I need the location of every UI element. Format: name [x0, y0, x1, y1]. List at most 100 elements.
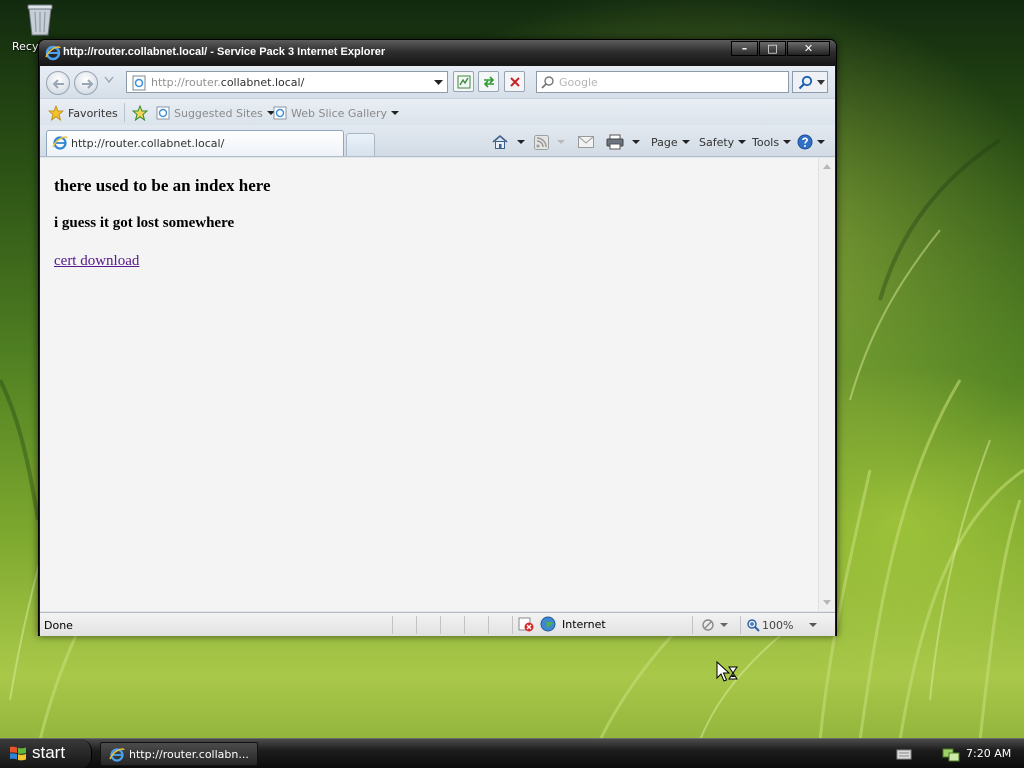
- page-icon: [132, 75, 146, 91]
- windows-logo-icon: [10, 746, 26, 761]
- status-divider: [464, 616, 465, 634]
- feeds-dropdown-icon: [557, 140, 565, 144]
- keyboard-icon[interactable]: [896, 747, 912, 761]
- address-input[interactable]: http://router.collabnet.local/: [126, 71, 448, 93]
- search-options-dropdown-icon[interactable]: [817, 80, 825, 85]
- url-domain: collabnet.local/: [220, 76, 305, 89]
- safety-menu-dropdown-icon: [738, 140, 747, 144]
- scroll-down-arrow-icon[interactable]: [823, 600, 831, 605]
- favorites-bar: Favorites Suggested Sites Web Slice Gall…: [40, 98, 835, 125]
- page-menu[interactable]: Page: [651, 133, 690, 151]
- printer-icon: [606, 134, 624, 150]
- stop-x-icon: [510, 77, 520, 87]
- address-dropdown-icon[interactable]: [434, 80, 443, 86]
- suggested-sites-label: Suggested Sites: [174, 106, 263, 120]
- address-url: http://router.collabnet.local/: [151, 76, 304, 89]
- status-bar: Done Internet 100%: [40, 612, 835, 636]
- tools-menu-label: Tools: [752, 135, 780, 149]
- security-zone[interactable]: Internet: [518, 616, 606, 632]
- tools-menu-dropdown-icon: [783, 140, 792, 144]
- status-divider: [392, 616, 393, 634]
- forward-arrow-icon: [82, 79, 94, 89]
- page-subheading: i guess it got lost somewhere: [54, 215, 235, 231]
- internet-globe-icon: [540, 616, 556, 632]
- help-question-icon: [797, 134, 813, 150]
- home-icon: [492, 134, 508, 149]
- zoom-control[interactable]: 100%: [746, 618, 818, 632]
- back-button[interactable]: [46, 71, 70, 95]
- rss-feed-icon: [534, 134, 549, 150]
- start-button[interactable]: start: [0, 739, 92, 768]
- help-button[interactable]: [797, 133, 825, 151]
- mail-icon: [578, 136, 594, 148]
- search-icon: [798, 75, 813, 90]
- status-text: Done: [44, 619, 73, 632]
- back-arrow-icon: [52, 79, 64, 89]
- help-dropdown-icon: [817, 140, 825, 144]
- start-label: start: [32, 743, 66, 762]
- new-tab-button[interactable]: [346, 133, 375, 156]
- status-divider: [440, 616, 441, 634]
- scroll-up-arrow-icon[interactable]: [823, 164, 831, 169]
- system-clock[interactable]: 7:20 AM: [966, 747, 1011, 760]
- page-menu-dropdown-icon: [681, 140, 690, 144]
- recycle-bin-icon: [27, 4, 53, 36]
- taskbar-ie-window-button[interactable]: http://router.collabn...: [100, 742, 258, 766]
- zoom-magnifier-icon: [747, 619, 760, 632]
- status-divider: [488, 616, 489, 634]
- status-divider: [416, 616, 417, 634]
- zoom-level: 100%: [762, 618, 794, 632]
- page-content: there used to be an index here i guess i…: [40, 158, 835, 611]
- close-button[interactable]: ✕: [787, 41, 830, 56]
- favorites-star-icon: [48, 105, 64, 121]
- zone-label: Internet: [562, 617, 606, 631]
- status-divider: [512, 616, 513, 634]
- zoom-dropdown-icon: [809, 623, 818, 627]
- popup-blocker-button[interactable]: [700, 616, 728, 634]
- cert-download-link[interactable]: cert download: [54, 253, 139, 270]
- window-title: http://router.collabnet.local/ - Service…: [63, 46, 386, 58]
- search-input[interactable]: Google: [536, 71, 789, 93]
- url-prefix: http://router.: [151, 76, 221, 89]
- ie-logo-icon: [45, 45, 61, 61]
- safety-menu[interactable]: Safety: [699, 133, 747, 151]
- taskbar-ie-icon: [109, 748, 125, 762]
- search-placeholder: Google: [559, 76, 598, 89]
- favorites-divider: [124, 103, 125, 122]
- web-slice-dropdown-icon: [391, 111, 400, 115]
- popup-blocker-icon: [702, 619, 714, 631]
- suggested-sites-button[interactable]: Suggested Sites: [156, 104, 275, 122]
- tab-router-collabnet[interactable]: http://router.collabnet.local/: [46, 130, 344, 156]
- title-bar[interactable]: http://router.collabnet.local/ - Service…: [39, 40, 836, 66]
- home-button[interactable]: [491, 133, 525, 151]
- search-button[interactable]: [792, 71, 828, 93]
- maximize-button[interactable]: □: [759, 41, 786, 56]
- status-divider: [740, 616, 741, 634]
- refresh-button[interactable]: [478, 71, 499, 92]
- favorites-button[interactable]: Favorites: [48, 104, 118, 122]
- print-dropdown-icon: [632, 140, 640, 144]
- feeds-button[interactable]: [534, 133, 565, 151]
- read-mail-button[interactable]: [578, 133, 594, 151]
- address-toolbar: http://router.collabnet.local/ Google: [40, 66, 835, 98]
- recent-pages-dropdown-icon[interactable]: [104, 76, 114, 84]
- taskbar-button-label: http://router.collabn...: [129, 748, 249, 761]
- compatibility-view-icon: [457, 75, 471, 89]
- safety-menu-label: Safety: [699, 135, 735, 149]
- vertical-scrollbar[interactable]: [818, 158, 835, 611]
- tools-menu[interactable]: Tools: [752, 133, 792, 151]
- favorites-label: Favorites: [68, 106, 118, 120]
- home-dropdown-icon: [517, 140, 525, 144]
- stop-button[interactable]: [504, 71, 525, 92]
- print-button[interactable]: [606, 133, 640, 151]
- status-divider: [692, 616, 693, 634]
- web-slice-ie-icon: [273, 106, 287, 120]
- add-to-favorites-bar-button[interactable]: [132, 104, 148, 122]
- minimize-button[interactable]: –: [731, 41, 758, 56]
- forward-button[interactable]: [74, 71, 98, 95]
- compatibility-view-button[interactable]: [453, 71, 474, 92]
- web-slice-gallery-button[interactable]: Web Slice Gallery: [273, 104, 400, 122]
- page-heading: there used to be an index here: [54, 176, 271, 195]
- network-icon[interactable]: [942, 747, 960, 763]
- browser-chrome: http://router.collabnet.local/ Google Fa…: [40, 66, 835, 636]
